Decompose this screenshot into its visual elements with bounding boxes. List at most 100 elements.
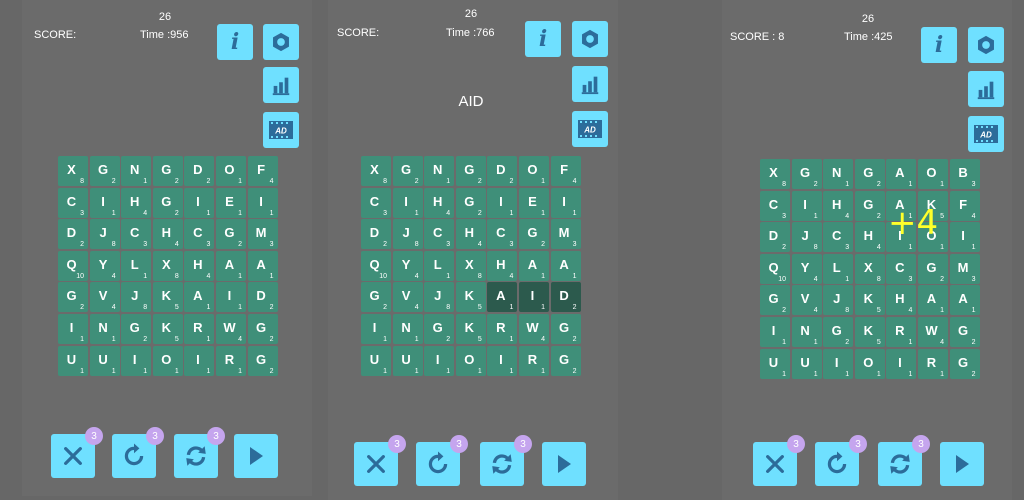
- info-button[interactable]: i: [921, 27, 957, 63]
- letter-tile[interactable]: Q 10: [760, 253, 790, 284]
- letter-tile[interactable]: G2: [455, 187, 486, 218]
- letter-tile[interactable]: G2: [550, 313, 581, 344]
- letter-tile[interactable]: Q 10: [58, 250, 88, 281]
- letter-tile[interactable]: A1: [886, 159, 917, 189]
- letter-tile[interactable]: C3: [121, 219, 152, 250]
- letter-tile[interactable]: G2: [823, 316, 854, 347]
- letter-tile[interactable]: V4: [89, 282, 120, 313]
- letter-tile[interactable]: R1: [886, 316, 917, 347]
- letter-tile[interactable]: V4: [791, 285, 822, 316]
- letter-tile[interactable]: C3: [361, 187, 391, 218]
- letter-tile[interactable]: I1: [392, 187, 423, 218]
- letter-tile[interactable]: D2: [247, 282, 278, 313]
- letter-tile[interactable]: L1: [121, 250, 152, 281]
- ad-button[interactable]: AD: [572, 111, 608, 147]
- letter-tile[interactable]: M3: [247, 219, 278, 250]
- letter-tile[interactable]: I1: [184, 345, 215, 376]
- letter-tile[interactable]: K5: [455, 313, 486, 344]
- ad-button[interactable]: AD: [263, 112, 299, 148]
- letter-tile[interactable]: W4: [518, 313, 549, 344]
- letter-tile[interactable]: Y4: [89, 250, 120, 281]
- letter-tile[interactable]: H4: [152, 219, 183, 250]
- letter-tile[interactable]: L1: [823, 253, 854, 284]
- letter-tile[interactable]: A1: [184, 282, 215, 313]
- letter-tile[interactable]: G2: [550, 345, 581, 376]
- letter-tile[interactable]: U1: [791, 348, 822, 379]
- letter-tile[interactable]: G2: [247, 345, 278, 376]
- letter-tile[interactable]: A1: [550, 250, 581, 281]
- letter-tile[interactable]: J8: [424, 282, 455, 313]
- letter-tile[interactable]: I1: [823, 348, 854, 379]
- letter-tile[interactable]: U1: [392, 345, 423, 376]
- letter-tile[interactable]: K5: [455, 282, 486, 313]
- letter-tile[interactable]: A1: [487, 282, 518, 313]
- letter-tile[interactable]: A1: [518, 250, 549, 281]
- play-button[interactable]: [542, 442, 586, 486]
- play-button[interactable]: [940, 442, 984, 486]
- letter-tile[interactable]: J8: [392, 219, 423, 250]
- letter-tile[interactable]: C3: [823, 222, 854, 253]
- letter-tile[interactable]: G2: [518, 219, 549, 250]
- letter-tile[interactable]: X8: [361, 156, 391, 186]
- letter-tile[interactable]: G2: [152, 187, 183, 218]
- letter-tile[interactable]: C3: [487, 219, 518, 250]
- letter-tile[interactable]: Q 10: [361, 250, 391, 281]
- letter-tile[interactable]: H4: [455, 219, 486, 250]
- letter-tile[interactable]: G2: [455, 156, 486, 186]
- letter-tile[interactable]: N1: [823, 159, 854, 189]
- letter-tile[interactable]: X8: [760, 159, 790, 189]
- letter-tile[interactable]: R1: [917, 348, 948, 379]
- letter-tile[interactable]: I1: [487, 345, 518, 376]
- letter-tile[interactable]: G2: [89, 156, 120, 186]
- letter-tile[interactable]: J8: [823, 285, 854, 316]
- letter-tile[interactable]: O1: [152, 345, 183, 376]
- letter-tile[interactable]: H4: [121, 187, 152, 218]
- letter-tile[interactable]: N1: [424, 156, 455, 186]
- info-button[interactable]: i: [217, 24, 253, 60]
- letter-tile[interactable]: U1: [89, 345, 120, 376]
- letter-tile[interactable]: D2: [487, 156, 518, 186]
- letter-tile[interactable]: J8: [89, 219, 120, 250]
- letter-tile[interactable]: G2: [854, 190, 885, 221]
- settings-button[interactable]: [968, 27, 1004, 63]
- letter-tile[interactable]: X8: [152, 250, 183, 281]
- letter-tile[interactable]: F4: [247, 156, 278, 186]
- letter-tile[interactable]: I1: [886, 348, 917, 379]
- letter-tile[interactable]: G2: [791, 159, 822, 189]
- letter-tile[interactable]: N1: [392, 313, 423, 344]
- letter-tile[interactable]: G2: [949, 348, 980, 379]
- letter-tile[interactable]: D2: [184, 156, 215, 186]
- letter-tile[interactable]: G2: [392, 156, 423, 186]
- letter-tile[interactable]: J8: [121, 282, 152, 313]
- letter-tile[interactable]: I1: [361, 313, 391, 344]
- letter-tile[interactable]: G2: [361, 282, 391, 313]
- letter-tile[interactable]: G2: [58, 282, 88, 313]
- letter-tile[interactable]: M3: [949, 253, 980, 284]
- letter-tile[interactable]: G2: [121, 313, 152, 344]
- letter-tile[interactable]: U1: [361, 345, 391, 376]
- ad-button[interactable]: AD: [968, 116, 1004, 152]
- stats-button[interactable]: [263, 67, 299, 103]
- letter-tile[interactable]: A1: [917, 285, 948, 316]
- letter-tile[interactable]: D2: [361, 219, 391, 250]
- letter-tile[interactable]: D2: [58, 219, 88, 250]
- letter-tile[interactable]: W4: [917, 316, 948, 347]
- letter-tile[interactable]: U1: [760, 348, 790, 379]
- letter-tile[interactable]: O1: [455, 345, 486, 376]
- letter-tile[interactable]: B3: [949, 159, 980, 189]
- letter-tile[interactable]: K5: [152, 282, 183, 313]
- letter-tile[interactable]: R1: [215, 345, 246, 376]
- letter-tile[interactable]: E1: [215, 187, 246, 218]
- letter-tile[interactable]: I1: [58, 313, 88, 344]
- letter-tile[interactable]: I1: [949, 222, 980, 253]
- letter-tile[interactable]: H4: [854, 222, 885, 253]
- letter-tile[interactable]: H4: [424, 187, 455, 218]
- info-button[interactable]: i: [525, 21, 561, 57]
- letter-tile[interactable]: G2: [949, 316, 980, 347]
- letter-tile[interactable]: R1: [518, 345, 549, 376]
- letter-tile[interactable]: C3: [184, 219, 215, 250]
- letter-tile[interactable]: G2: [215, 219, 246, 250]
- letter-tile[interactable]: N1: [121, 156, 152, 186]
- letter-tile[interactable]: C3: [760, 190, 790, 221]
- letter-tile[interactable]: C3: [424, 219, 455, 250]
